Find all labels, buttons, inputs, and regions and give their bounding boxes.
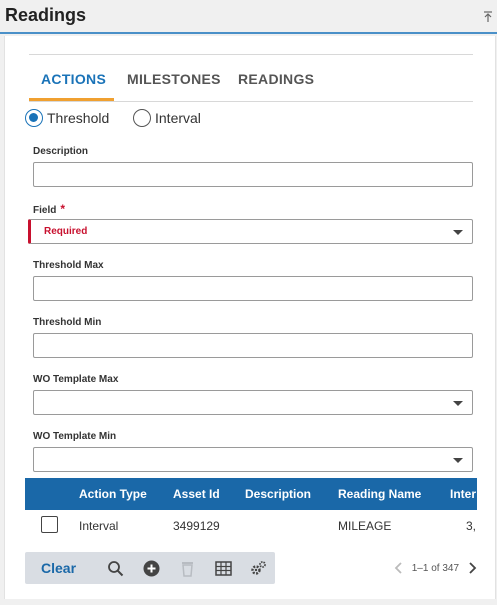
cell-reading-name: MILEAGE [338,519,392,533]
divider [29,54,473,55]
threshold-max-input[interactable] [33,276,473,301]
page-title: Readings [5,5,87,25]
cell-interval: 3, [466,519,477,533]
threshold-radio-label: Threshold [47,110,110,126]
row-checkbox[interactable] [41,516,58,533]
description-label: Description [33,146,89,157]
pagination-text: 1–1 of 347 [411,562,459,574]
column-header-reading-name[interactable]: Reading Name [338,487,421,501]
cell-action-type: Interval [79,519,119,533]
required-marker: * [60,202,66,216]
delete-icon[interactable] [179,560,196,577]
chevron-down-icon [453,458,463,463]
chevron-down-icon [453,401,463,406]
column-header-interval[interactable]: Inter [450,487,476,501]
column-header-asset-id[interactable]: Asset Id [173,487,220,501]
grid-icon[interactable] [215,560,232,577]
field-select[interactable]: Required [28,219,473,244]
wo-template-min-select[interactable] [33,447,473,472]
threshold-min-input[interactable] [33,333,473,358]
settings-icon[interactable] [250,560,267,577]
wo-template-max-select[interactable] [33,390,473,415]
add-icon[interactable] [143,560,160,577]
active-tab-indicator [29,98,114,101]
table-row[interactable]: Interval 3499129 MILEAGE 3, [25,510,477,540]
threshold-min-label: Threshold Min [33,317,102,328]
tab-bar: ACTIONS MILESTONES READINGS [29,64,473,102]
table-header: Action Type Asset Id Description Reading… [25,478,477,510]
wo-template-max-label: WO Template Max [33,374,119,385]
interval-radio-label: Interval [155,110,201,126]
actions-table: Action Type Asset Id Description Reading… [25,478,477,540]
interval-radio[interactable]: Interval [133,108,201,128]
threshold-radio[interactable]: Threshold [25,108,109,128]
tab-readings[interactable]: READINGS [238,71,314,87]
readings-panel: ACTIONS MILESTONES READINGS Threshold In… [4,36,496,599]
radio-checked-icon [25,109,43,127]
chevron-right-icon[interactable] [467,561,477,575]
pin-to-top-icon[interactable] [483,11,493,23]
threshold-max-label: Threshold Max [33,260,104,271]
cell-asset-id: 3499129 [173,519,220,533]
field-select-value: Required [44,226,88,237]
field-label: Field * [33,202,65,216]
search-icon[interactable] [107,560,124,577]
chevron-down-icon [453,230,463,235]
clear-button[interactable]: Clear [41,560,76,576]
tab-actions[interactable]: ACTIONS [41,71,106,87]
pagination: 1–1 of 347 [394,559,477,577]
grid-toolbar: Clear [25,552,275,584]
field-label-text: Field [33,205,57,216]
radio-unchecked-icon [133,109,151,127]
column-header-action-type[interactable]: Action Type [79,487,147,501]
chevron-left-icon[interactable] [394,561,404,575]
description-input[interactable] [33,162,473,187]
tab-milestones[interactable]: MILESTONES [127,71,221,87]
wo-template-min-label: WO Template Min [33,431,117,442]
app-header: Readings [0,0,497,34]
column-header-description[interactable]: Description [245,487,311,501]
